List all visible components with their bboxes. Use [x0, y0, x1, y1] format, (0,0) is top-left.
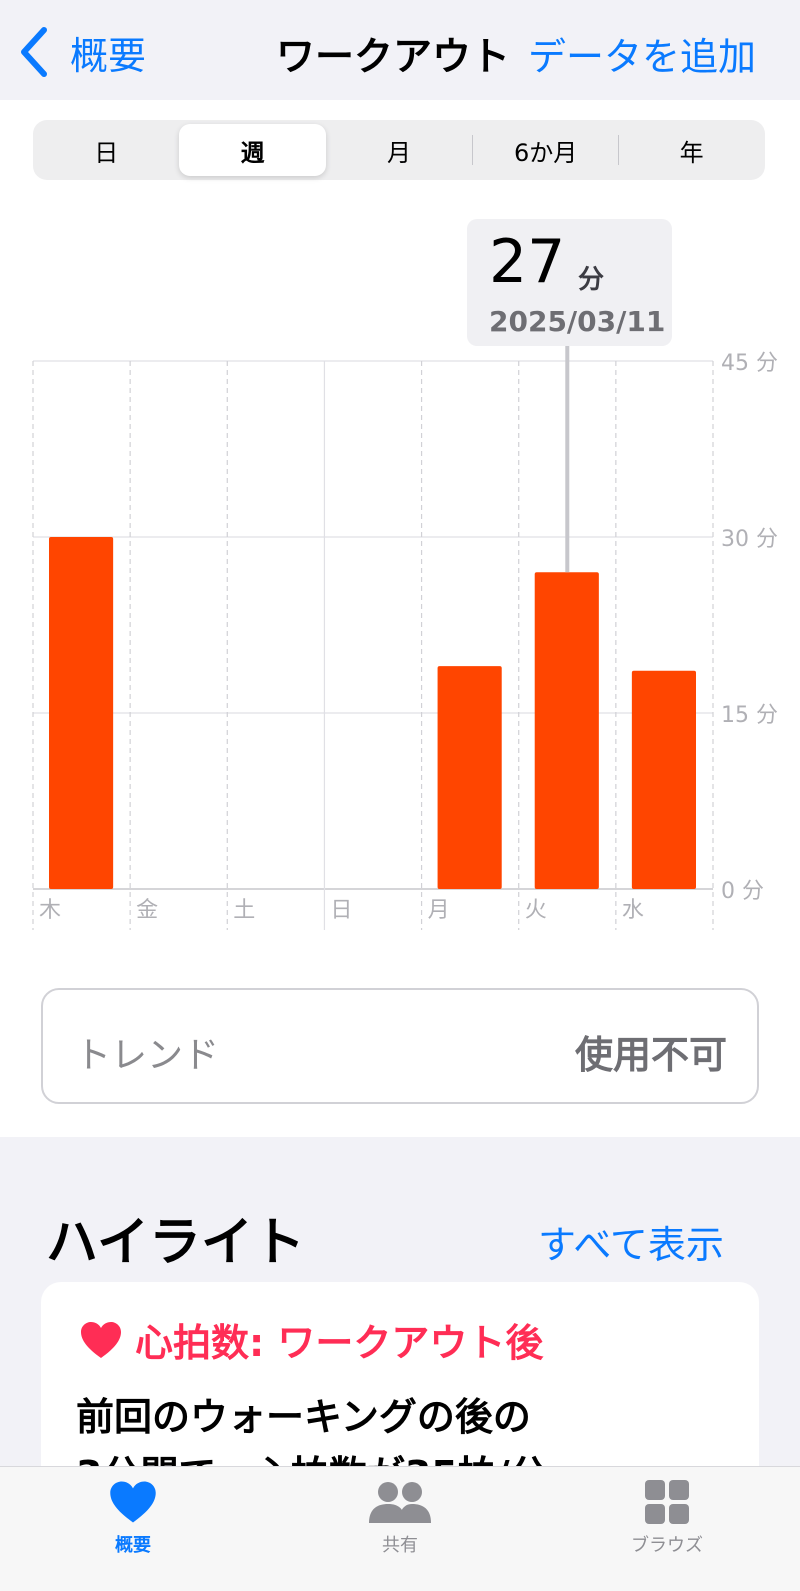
add-data-button[interactable]: データを追加 [528, 26, 756, 81]
x-tick-label: 火 [525, 898, 547, 923]
highlight-line-1: 前回のウォーキングの後の [76, 1395, 531, 1439]
bar-4[interactable] [437, 666, 502, 889]
x-tick-label: 木 [39, 898, 61, 923]
selected-date: 2025/03/11 [489, 305, 666, 338]
back-button-label: 概要 [70, 33, 147, 78]
x-tick-label: 土 [233, 898, 255, 923]
back-button[interactable]: 概要 [18, 24, 146, 80]
tab-browse-label: ブラウズ [631, 1535, 703, 1556]
highlight-card-title: 心拍数: ワークアウト後 [135, 1321, 544, 1365]
y-tick-label: 0 分 [721, 879, 764, 904]
trend-label: トレンド [75, 1035, 220, 1076]
tab-summary-label: 概要 [115, 1535, 151, 1556]
x-tick-label: 金 [136, 898, 158, 923]
heart-icon [81, 1321, 121, 1358]
tab-sharing[interactable]: 共有 [335, 1479, 465, 1557]
selected-value: 27 [489, 227, 566, 297]
y-tick-label: 45 分 [721, 351, 778, 376]
trend-row[interactable]: トレンド 使用不可 [41, 988, 759, 1104]
bar-6[interactable] [631, 670, 696, 889]
grid-icon [645, 1480, 689, 1524]
x-tick-label: 日 [330, 898, 352, 923]
chevron-left-icon [21, 27, 47, 77]
selected-unit: 分 [578, 265, 605, 295]
page-title: ワークアウト [276, 35, 511, 80]
y-tick-label: 30 分 [721, 527, 778, 552]
tab-summary[interactable]: 概要 [68, 1479, 198, 1557]
highlight-card-header: 心拍数: ワークアウト後 [79, 1312, 543, 1367]
tab-sharing-label: 共有 [382, 1535, 418, 1556]
navigation-bar: 概要 ワークアウト データを追加 [0, 0, 800, 100]
selection-callout: 27 分 2025/03/11 [467, 219, 672, 346]
highlights-heading: ハイライト [46, 1213, 305, 1273]
y-tick-label: 15 分 [721, 703, 778, 728]
workout-bar-chart[interactable]: 0 分 15 分 30 分 45 分木 金 土 日 月 火 水 [0, 100, 800, 940]
people-icon [369, 1482, 431, 1523]
bar-0[interactable] [49, 537, 114, 889]
heart-icon [110, 1481, 156, 1523]
tab-bar: 概要 共有 ブラウズ [0, 1466, 800, 1591]
trend-value: 使用不可 [574, 1033, 727, 1077]
bar-5[interactable] [534, 572, 599, 889]
show-all-button[interactable]: すべて表示 [538, 1214, 724, 1269]
x-tick-label: 水 [622, 898, 644, 923]
tab-browse[interactable]: ブラウズ [602, 1479, 732, 1557]
x-tick-label: 月 [428, 898, 450, 923]
